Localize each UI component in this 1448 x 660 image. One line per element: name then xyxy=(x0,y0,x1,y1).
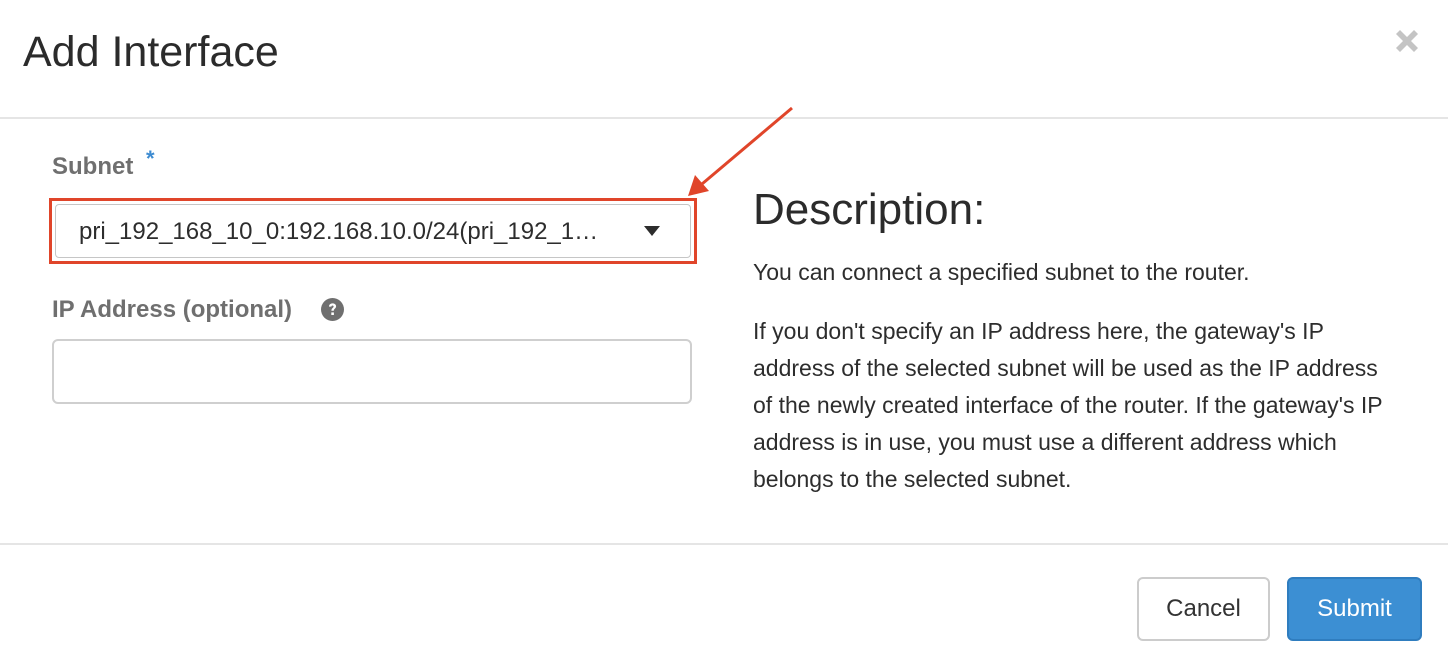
subnet-label: Subnet xyxy=(52,153,134,180)
cancel-button[interactable]: Cancel xyxy=(1137,577,1270,641)
description-paragraph-2: If you don't specify an IP address here,… xyxy=(753,318,1383,492)
add-interface-dialog: Add Interface Subnet * pri_192_168_10_0:… xyxy=(0,0,1448,660)
ip-address-label: IP Address (optional) xyxy=(52,296,293,323)
modal-footer: Cancel Submit xyxy=(0,543,1448,660)
subnet-select[interactable]: pri_192_168_10_0:192.168.10.0/24(pri_192… xyxy=(55,204,691,258)
question-circle-icon[interactable] xyxy=(321,298,344,321)
description-title: Description: xyxy=(753,185,986,234)
submit-button[interactable]: Submit xyxy=(1287,577,1422,641)
close-icon[interactable] xyxy=(1390,24,1424,58)
modal-header: Add Interface xyxy=(0,0,1448,119)
required-marker: * xyxy=(146,146,155,171)
caret-down-icon xyxy=(644,226,660,236)
description-paragraph-1: You can connect a specified subnet to th… xyxy=(753,259,1250,285)
ip-address-input[interactable] xyxy=(52,339,692,404)
modal-title: Add Interface xyxy=(23,28,279,76)
subnet-select-value: pri_192_168_10_0:192.168.10.0/24(pri_192… xyxy=(79,218,599,245)
